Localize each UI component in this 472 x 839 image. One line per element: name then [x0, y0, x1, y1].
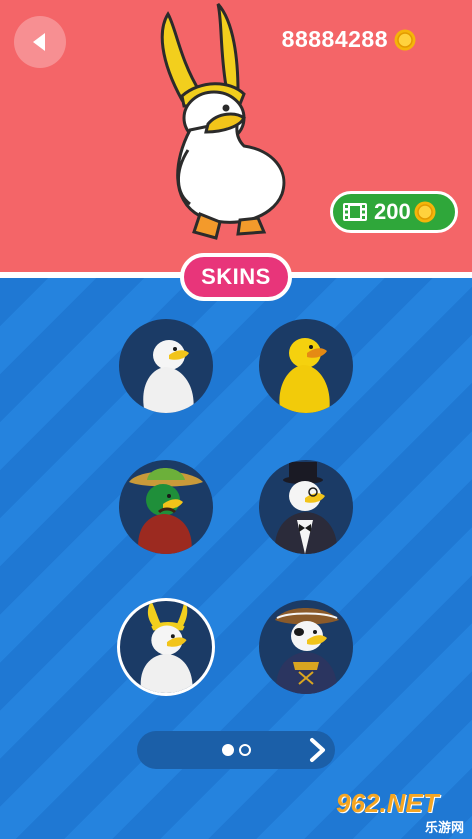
horned-helmet-duck-icon [140, 601, 193, 693]
page-navigator [137, 731, 335, 769]
watermark-logo: 962.NET [336, 788, 439, 818]
page-dot-2[interactable] [239, 744, 251, 756]
skin-slot-sombrero-duck[interactable] [119, 460, 213, 554]
reward-price: 200 [374, 199, 411, 224]
gold-coin-icon [394, 29, 416, 51]
character-preview [160, 3, 286, 240]
skins-title-text: SKINS [201, 264, 271, 289]
yellow-duck-icon [279, 338, 330, 413]
back-button[interactable] [14, 16, 66, 68]
sombrero-duck-icon [129, 468, 203, 554]
page-dot-1[interactable] [222, 744, 234, 756]
skin-slot-yellow-duck[interactable] [259, 319, 353, 413]
white-duck-icon [143, 340, 194, 413]
skin-slot-horned-helmet-duck[interactable] [117, 598, 215, 696]
skin-slot-pirate-duck[interactable] [259, 600, 353, 694]
gold-coin-icon [414, 201, 436, 223]
site-watermark: 962.NET 乐游网 [330, 788, 472, 839]
skins-title: SKINS [180, 253, 292, 301]
back-arrow-icon [33, 33, 45, 51]
video-ad-icon [343, 203, 367, 221]
skin-slot-white-duck[interactable] [119, 319, 213, 413]
pirate-duck-icon [275, 608, 339, 694]
watch-video-reward-button[interactable]: 200 [330, 191, 458, 233]
skin-slot-gentleman-duck[interactable] [259, 460, 353, 554]
chevron-right-icon[interactable] [305, 737, 329, 763]
watermark-subtitle: 乐游网 [424, 821, 464, 836]
gentleman-duck-icon [274, 462, 338, 554]
